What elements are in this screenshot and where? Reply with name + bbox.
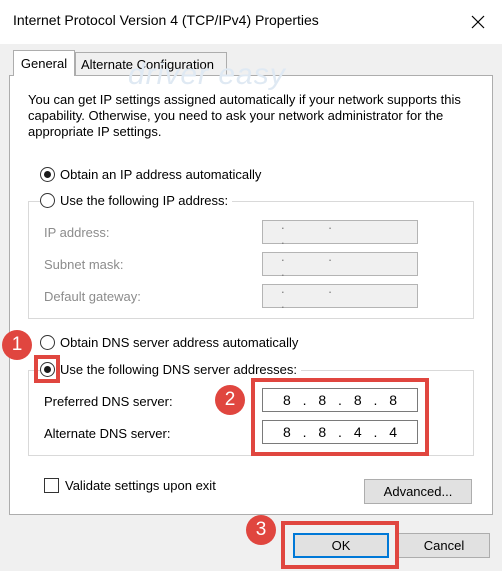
preferred-dns-label: Preferred DNS server:: [44, 394, 173, 409]
watermark-logo: driver easy: [128, 58, 286, 91]
default-gateway-field[interactable]: . . .: [262, 281, 418, 311]
annotation-badge-3: 3: [246, 515, 276, 545]
highlight-dns-fields: [251, 378, 429, 456]
alternate-dns-label: Alternate DNS server:: [44, 426, 171, 441]
cancel-button[interactable]: Cancel: [398, 533, 490, 558]
use-following-dns-radio[interactable]: Use the following DNS server addresses:: [40, 362, 301, 377]
obtain-dns-auto-radio[interactable]: Obtain DNS server address automatically: [40, 335, 298, 350]
obtain-ip-auto-radio[interactable]: Obtain an IP address automatically: [40, 167, 261, 182]
validate-settings-checkbox[interactable]: Validate settings upon exit: [44, 478, 216, 493]
use-following-ip-radio[interactable]: Use the following IP address:: [40, 193, 233, 208]
advanced-button[interactable]: Advanced...: [364, 479, 472, 504]
subnet-mask-value: . . .: [281, 249, 352, 279]
validate-settings-label: Validate settings upon exit: [65, 478, 216, 493]
obtain-ip-auto-label: Obtain an IP address automatically: [60, 167, 262, 182]
close-icon: [471, 15, 485, 29]
ip-address-field[interactable]: . . .: [262, 217, 418, 247]
use-following-ip-label: Use the following IP address:: [60, 193, 229, 208]
obtain-dns-auto-label: Obtain DNS server address automatically: [60, 335, 299, 350]
radio-unselected-icon: [40, 335, 55, 350]
radio-unselected-icon: [40, 193, 55, 208]
radio-selected-icon: [40, 167, 55, 182]
tab-general[interactable]: General: [13, 50, 75, 76]
default-gateway-label: Default gateway:: [44, 289, 141, 304]
annotation-badge-1: 1: [2, 330, 32, 360]
annotation-badge-2: 2: [215, 385, 245, 415]
default-gateway-value: . . .: [281, 281, 352, 311]
subnet-mask-field[interactable]: . . .: [262, 249, 418, 279]
ip-address-value: . . .: [281, 217, 352, 247]
window-title: Internet Protocol Version 4 (TCP/IPv4) P…: [13, 12, 319, 28]
description-text: You can get IP settings assigned automat…: [28, 92, 461, 139]
checkbox-icon: [44, 478, 59, 493]
highlight-dns-radio: [34, 355, 60, 383]
close-button[interactable]: [462, 8, 494, 36]
ip-address-label: IP address:: [44, 225, 110, 240]
highlight-ok-button: [281, 521, 399, 569]
use-following-dns-label: Use the following DNS server addresses:: [60, 362, 297, 377]
subnet-mask-label: Subnet mask:: [44, 257, 124, 272]
